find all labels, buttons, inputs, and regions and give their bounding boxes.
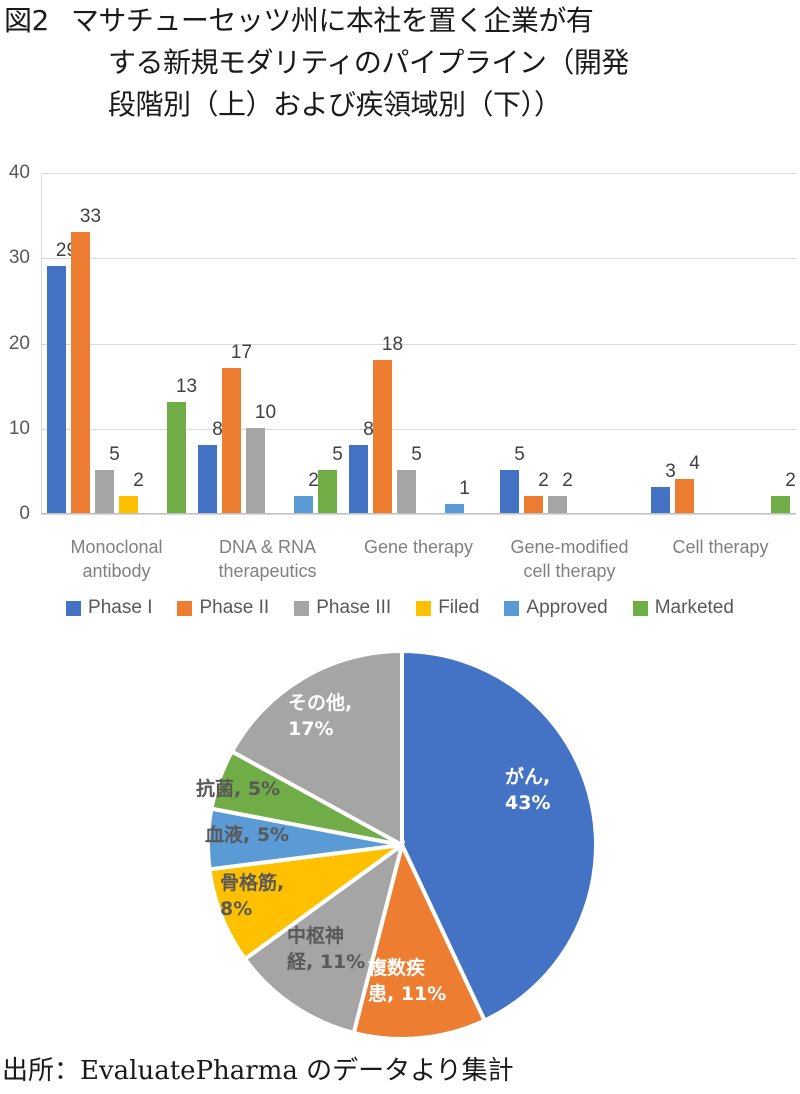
source-note: 出所：EvaluatePharma のデータより集計 — [2, 1056, 514, 1086]
bar[interactable] — [771, 495, 790, 513]
pie-slice-label: 骨格筋, 8% — [220, 872, 285, 920]
bar[interactable] — [524, 495, 543, 513]
y-tick-label-20: 20 — [8, 332, 30, 354]
bar-value-label: 1 — [459, 478, 470, 500]
legend-swatch-icon — [66, 600, 82, 616]
legend-item[interactable]: Approved — [504, 597, 608, 619]
bar[interactable] — [445, 504, 464, 513]
legend-label: Phase I — [88, 597, 153, 618]
pie-slice-label: 血液, 5% — [205, 824, 290, 846]
bar-group: 522 — [500, 172, 639, 513]
pipeline-by-disease-area-pie-chart: がん, 43% 複数疾 患, 11% 中枢神 経, 11% 骨格筋, 8% 血液, 5%… — [0, 640, 800, 1050]
pie-slice-label: 抗菌, 5% — [196, 778, 281, 800]
figure-number: 図2 — [4, 4, 49, 37]
bar-value-label: 17 — [230, 342, 253, 364]
pie-slice-label: 中枢神 経, 11% — [287, 925, 366, 973]
legend-swatch-icon — [416, 600, 432, 616]
legend-swatch-icon — [294, 600, 310, 616]
bar-group: 8 18 5 1 — [349, 172, 488, 513]
bar-value-label: 2 — [133, 469, 144, 491]
bar[interactable] — [373, 359, 392, 513]
bar-value-label: 33 — [79, 205, 102, 227]
legend-label: Phase II — [199, 597, 270, 618]
bar-plot-area: 0 10 20 30 40 29 33 5 2 13 8 17 10 2 5 8 18 5 1 5 2 2 3 4 2 Mon… — [9, 162, 796, 581]
pie-slice-label: がん, 43% — [505, 766, 551, 814]
bar[interactable] — [222, 368, 241, 513]
y-tick-label-40: 40 — [8, 162, 30, 183]
y-tick-label-10: 10 — [8, 417, 30, 439]
bar-group: 29 33 5 2 13 — [47, 172, 197, 513]
bar[interactable] — [397, 470, 416, 513]
bar[interactable] — [548, 495, 567, 513]
legend-label: Marketed — [654, 597, 734, 618]
pie-slice-label: その他, 17% — [288, 692, 353, 740]
figure-title-line-3: 段階別（上）および疾領域別（下）） — [108, 88, 562, 121]
bar-value-label: 18 — [381, 333, 404, 355]
category-label: Cell therapy — [672, 537, 769, 557]
bar-value-label: 2 — [785, 469, 796, 491]
bar-value-label: 2 — [562, 469, 573, 491]
legend-label: Filed — [438, 597, 480, 618]
legend-item[interactable]: Phase I — [66, 597, 152, 619]
legend-item[interactable]: Phase III — [294, 597, 391, 619]
bar[interactable] — [651, 487, 670, 513]
bar-group: 342 — [651, 172, 796, 513]
bar-group: 8 17 10 2 5 — [198, 172, 343, 513]
bar[interactable] — [349, 444, 368, 513]
bar[interactable] — [198, 444, 217, 513]
bar[interactable] — [95, 470, 114, 513]
pipeline-by-phase-bar-chart: 0 10 20 30 40 29 33 5 2 13 8 17 10 2 5 8 18 5 1 5 2 2 3 4 2 Mon… — [0, 160, 800, 640]
legend-item[interactable]: Marketed — [632, 597, 734, 619]
bar-value-label: 5 — [109, 444, 120, 466]
bar[interactable] — [71, 231, 90, 513]
y-tick-label-0: 0 — [19, 503, 30, 524]
legend-swatch-icon — [177, 600, 193, 616]
bar[interactable] — [675, 478, 694, 513]
bar[interactable] — [318, 470, 337, 513]
legend-swatch-icon — [632, 600, 648, 616]
bar-value-label: 5 — [514, 444, 525, 466]
bar-chart-legend: Phase I Phase II Phase III Filed Approved Mar… — [0, 597, 800, 619]
bar[interactable] — [246, 427, 265, 513]
bar-value-label: 5 — [411, 444, 422, 466]
legend-item[interactable]: Filed — [416, 597, 479, 619]
pie-slice-label: 複数疾 患, 11% — [368, 957, 447, 1005]
legend-item[interactable]: Phase II — [177, 597, 269, 619]
figure-title-line-1: マサチューセッツ州に本社を置く企業が有 — [70, 4, 594, 37]
bar-value-label: 10 — [254, 401, 277, 423]
legend-label: Approved — [526, 597, 608, 618]
bar[interactable] — [167, 402, 186, 513]
bar[interactable] — [119, 495, 138, 513]
bar[interactable] — [500, 470, 519, 513]
gridline-0 — [41, 514, 796, 515]
bar[interactable] — [294, 495, 313, 513]
figure-title-line-2: する新規モダリティのパイプライン（開発 — [108, 46, 629, 79]
y-tick-label-30: 30 — [8, 247, 30, 269]
legend-swatch-icon — [504, 600, 520, 616]
bar-value-label: 4 — [689, 452, 700, 474]
legend-label: Phase III — [316, 597, 392, 618]
figure-title: 図2 マサチューセッツ州に本社を置く企業が有 する新規モダリティのパイプライン（開… — [0, 0, 800, 126]
bar[interactable] — [47, 265, 66, 513]
